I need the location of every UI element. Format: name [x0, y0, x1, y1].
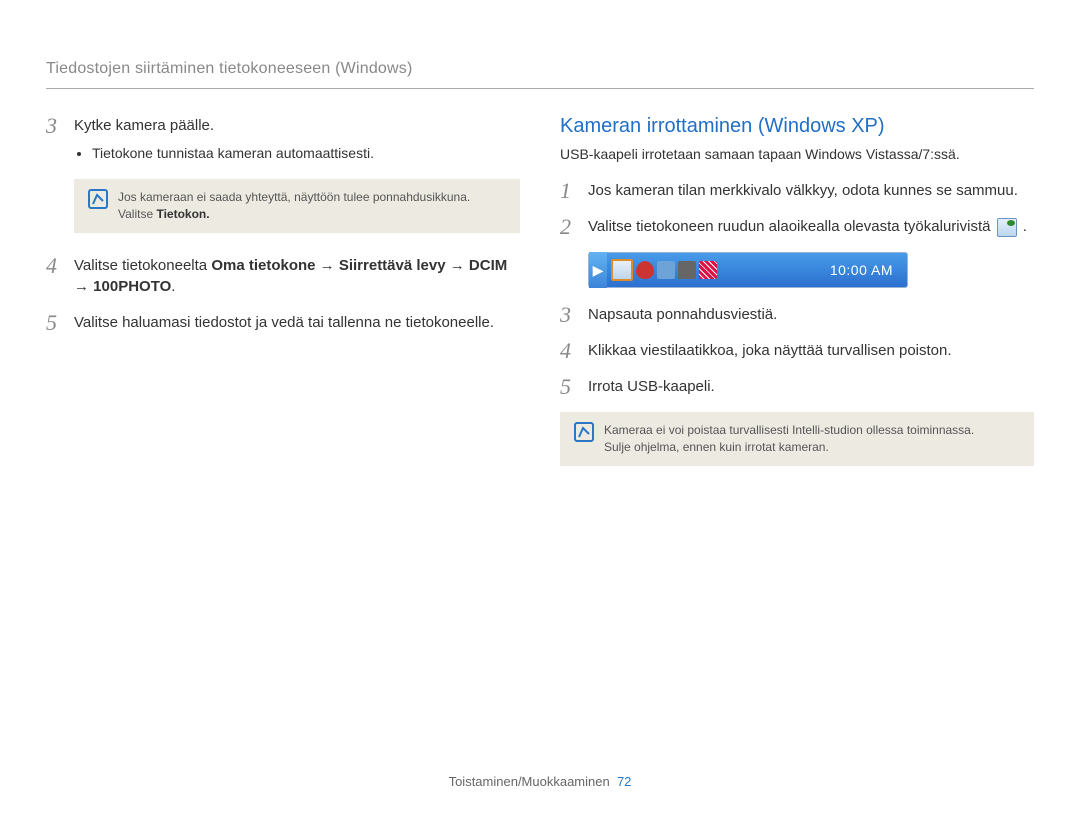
- step-number: 1: [560, 180, 582, 202]
- tray-expand-arrow-icon: ▶: [589, 252, 607, 288]
- safely-remove-hardware-icon: [611, 259, 633, 281]
- step-body: Klikkaa viestilaatikkoa, joka näyttää tu…: [588, 340, 1034, 362]
- step-body: Valitse haluamasi tiedostot ja vedä tai …: [74, 312, 520, 334]
- safely-remove-icon: [997, 218, 1017, 237]
- step-body: Irrota USB-kaapeli.: [588, 376, 1034, 398]
- step-4: 4 Valitse tietokoneelta Oma tietokone → …: [46, 255, 520, 299]
- note2-line1: Kameraa ei voi poistaa turvallisesti Int…: [604, 423, 974, 437]
- security-shield-icon: [636, 261, 654, 279]
- step-body: Kytke kamera päälle. Tietokone tunnistaa…: [74, 115, 520, 165]
- right-column: Kameran irrottaminen (Windows XP) USB-ka…: [560, 115, 1034, 488]
- section-subtitle: USB-kaapeli irrotetaan samaan tapaan Win…: [560, 146, 1034, 162]
- step-number: 5: [560, 376, 582, 398]
- page-number: 72: [617, 774, 631, 789]
- step-number: 5: [46, 312, 68, 334]
- step-number: 2: [560, 216, 582, 238]
- note-box-2: Kameraa ei voi poistaa turvallisesti Int…: [560, 412, 1034, 466]
- taskbar-illustration: ▶ 10:00 AM: [588, 252, 908, 288]
- step-body: Valitse tietokoneen ruudun alaoikealla o…: [588, 216, 1034, 238]
- step-number: 3: [560, 304, 582, 326]
- note-line2-pre: Valitse: [118, 207, 156, 221]
- sub-bullet-item: Tietokone tunnistaa kameran automaattise…: [92, 143, 520, 163]
- misc-tray-icon: [699, 261, 717, 279]
- note-icon: [88, 189, 108, 209]
- manual-page: Tiedostojen siirtäminen tietokoneeseen (…: [0, 0, 1080, 815]
- step-3: 3 Kytke kamera päälle. Tietokone tunnist…: [46, 115, 520, 165]
- network-icon: [657, 261, 675, 279]
- volume-icon: [678, 261, 696, 279]
- taskbar-clock: 10:00 AM: [830, 262, 907, 278]
- step-body: Jos kameran tilan merkkivalo välkkyy, od…: [588, 180, 1034, 202]
- tray-icons: [607, 259, 717, 281]
- step-number: 3: [46, 115, 68, 137]
- r-step-5: 5 Irrota USB-kaapeli.: [560, 376, 1034, 398]
- r-step-2: 2 Valitse tietokoneen ruudun alaoikealla…: [560, 216, 1034, 238]
- note-text: Jos kameraan ei saada yhteyttä, näyttöön…: [118, 189, 470, 223]
- left-column: 3 Kytke kamera päälle. Tietokone tunnist…: [46, 115, 520, 488]
- note-line2-bold: Tietokon.: [156, 207, 209, 221]
- step-body: Valitse tietokoneelta Oma tietokone → Si…: [74, 255, 520, 299]
- step-body: Napsauta ponnahdusviestiä.: [588, 304, 1034, 326]
- r-step-4: 4 Klikkaa viestilaatikkoa, joka näyttää …: [560, 340, 1034, 362]
- footer-section: Toistaminen/Muokkaaminen: [449, 774, 610, 789]
- page-header: Tiedostojen siirtäminen tietokoneeseen (…: [46, 60, 1034, 89]
- page-footer: Toistaminen/Muokkaaminen 72: [0, 774, 1080, 789]
- note-text: Kameraa ei voi poistaa turvallisesti Int…: [604, 422, 974, 456]
- step-5: 5 Valitse haluamasi tiedostot ja vedä ta…: [46, 312, 520, 334]
- r-step-3: 3 Napsauta ponnahdusviestiä.: [560, 304, 1034, 326]
- r-step2-post: .: [1019, 218, 1027, 235]
- step4-post: .: [171, 278, 175, 295]
- step-number: 4: [46, 255, 68, 277]
- section-title: Kameran irrottaminen (Windows XP): [560, 115, 1034, 138]
- note2-line2: Sulje ohjelma, ennen kuin irrotat kamera…: [604, 440, 829, 454]
- note-icon: [574, 422, 594, 442]
- step4-pre: Valitse tietokoneelta: [74, 257, 211, 274]
- r-step2-pre: Valitse tietokoneen ruudun alaoikealla o…: [588, 218, 995, 235]
- content-columns: 3 Kytke kamera päälle. Tietokone tunnist…: [46, 115, 1034, 488]
- r-step-1: 1 Jos kameran tilan merkkivalo välkkyy, …: [560, 180, 1034, 202]
- sub-bullet-list: Tietokone tunnistaa kameran automaattise…: [74, 143, 520, 163]
- step-number: 4: [560, 340, 582, 362]
- note-box: Jos kameraan ei saada yhteyttä, näyttöön…: [74, 179, 520, 233]
- step-text: Kytke kamera päälle.: [74, 117, 214, 134]
- note-line1: Jos kameraan ei saada yhteyttä, näyttöön…: [118, 190, 470, 204]
